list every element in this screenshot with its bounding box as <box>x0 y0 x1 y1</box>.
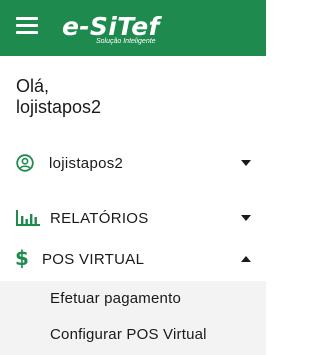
menu-item-pos-virtual-label: POS VIRTUAL <box>42 250 145 268</box>
brand-name: e-SiTef <box>62 12 160 41</box>
menu-item-reports[interactable]: RELATÓRIOS <box>0 203 266 233</box>
hamburger-menu-icon[interactable] <box>16 17 38 35</box>
submenu-item-efetuar-pagamento[interactable]: Efetuar pagamento <box>50 290 181 307</box>
e-sitef-logo[interactable]: e-SiTef Solução Inteligente <box>62 8 172 48</box>
chevron-up-icon <box>241 256 251 262</box>
chevron-down-icon <box>241 160 251 166</box>
menu-item-reports-label: RELATÓRIOS <box>50 209 149 227</box>
greeting-username: lojistapos2 <box>16 97 102 117</box>
menu-item-pos-virtual[interactable]: $ POS VIRTUAL <box>0 244 266 274</box>
menu-item-user-label: lojistapos2 <box>49 154 124 172</box>
submenu-item-configurar-pos-virtual[interactable]: Configurar POS Virtual <box>50 326 207 343</box>
pos-virtual-submenu: Efetuar pagamento Configurar POS Virtual <box>0 281 266 355</box>
top-bar: e-SiTef Solução Inteligente <box>0 0 266 56</box>
chevron-down-icon <box>241 215 251 221</box>
svg-text:$: $ <box>16 248 28 270</box>
bar-chart-icon <box>16 210 40 226</box>
user-circle-icon <box>16 154 34 172</box>
brand-tagline: Solução Inteligente <box>96 38 156 45</box>
greeting-hello: Olá, <box>16 76 50 96</box>
menu-item-user[interactable]: lojistapos2 <box>0 148 266 178</box>
dollar-sign-icon: $ <box>16 248 28 270</box>
greeting: Olá, lojistapos2 <box>16 76 256 118</box>
